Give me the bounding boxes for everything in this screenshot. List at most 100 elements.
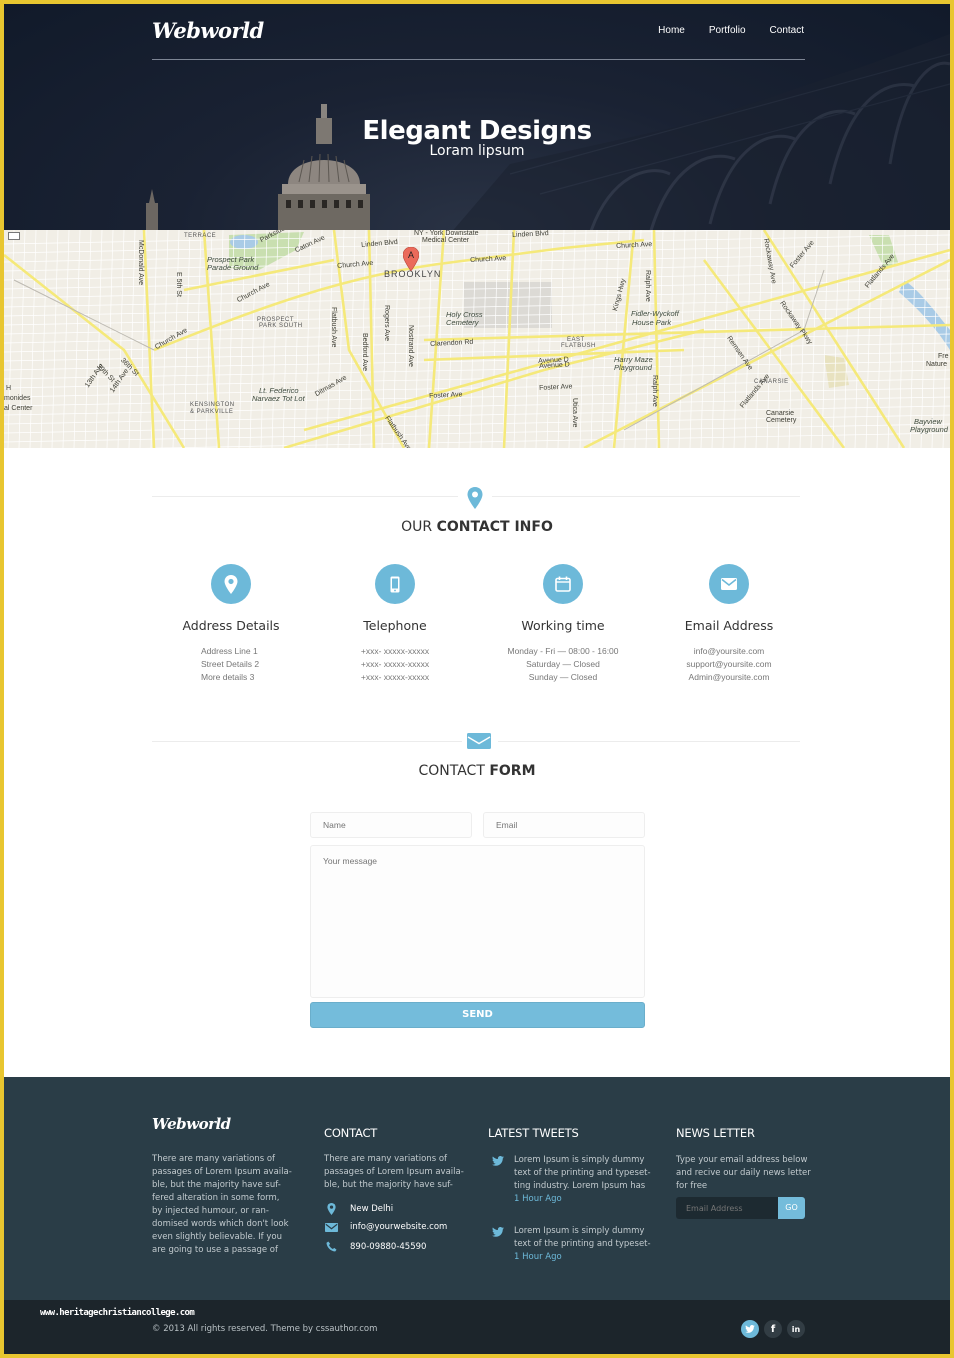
map-label: Canarsie	[766, 410, 795, 417]
contact-info-title: OUR CONTACT INFO	[4, 519, 950, 535]
text-line: by injected humour, or ran-	[152, 1206, 269, 1216]
map-fullscreen-control[interactable]	[8, 232, 20, 240]
map-label: FLATBUSH	[561, 343, 596, 349]
map-label: Bedford Ave	[361, 333, 368, 372]
section-divider-left	[152, 496, 458, 497]
map-label: NY - York Downstate	[414, 230, 479, 237]
send-button[interactable]: SEND	[310, 1002, 645, 1028]
copyright-text: © 2013 All rights reserved. Theme by css…	[152, 1324, 378, 1334]
telephone-icon-circle	[375, 564, 415, 604]
envelope-icon	[721, 578, 737, 590]
section-divider-right	[492, 496, 800, 497]
info-heading: Telephone	[363, 618, 427, 633]
map-label: & PARKVILLE	[190, 409, 234, 415]
mobile-phone-icon	[390, 576, 400, 592]
map-label: Fre	[938, 353, 949, 360]
info-email: Email Address info@yoursite.com support@…	[644, 564, 814, 684]
tweet-line: text of the printing and typeset-	[514, 1168, 651, 1178]
site-logo[interactable]: Webworld	[152, 18, 264, 43]
footer-tweets-title: LATEST TWEETS	[488, 1126, 579, 1140]
twitter-icon	[745, 1325, 755, 1333]
info-email-link[interactable]: Admin@yoursite.com	[644, 671, 814, 684]
tweet-item: Lorem Ipsum is simply dummy text of the …	[492, 1154, 652, 1206]
email-input[interactable]	[483, 812, 645, 838]
info-address: Address Details Address Line 1 Street De…	[146, 564, 316, 684]
text-line: ble, but the majority have suf-	[152, 1180, 281, 1190]
map-label: Rogers Ave	[383, 305, 390, 342]
map-label: E 5th St	[175, 272, 182, 297]
map-label: Parade Ground	[207, 263, 259, 272]
newsletter-go-button[interactable]: GO	[778, 1197, 805, 1219]
map-label: Cemetery	[766, 417, 797, 424]
nav-home[interactable]: Home	[658, 25, 685, 36]
contact-form-title-bold: FORM	[489, 763, 536, 779]
calendar-icon	[555, 576, 571, 592]
text-line: even slightly believable. If you	[152, 1232, 282, 1242]
text-line: passages of Lorem Ipsum availa-	[324, 1167, 464, 1177]
map-label: Playground	[910, 425, 948, 434]
location-pin-icon	[467, 487, 483, 509]
nav-portfolio[interactable]: Portfolio	[709, 25, 746, 36]
map-label: House Park	[632, 318, 672, 327]
facebook-icon: f	[770, 1323, 776, 1335]
map[interactable]: TERRACEProspect ParkParade GroundParksid…	[4, 230, 950, 448]
text-line: passages of Lorem Ipsum availa-	[152, 1167, 292, 1177]
tweet-time-link[interactable]: 1 Hour Ago	[514, 1251, 652, 1264]
tweet-line: Lorem Ipsum is simply dummy	[514, 1155, 645, 1165]
envelope-icon	[467, 733, 491, 749]
footer-location: New Delhi	[324, 1203, 393, 1215]
twitter-button[interactable]	[741, 1320, 759, 1338]
text-line: There are many variations of	[152, 1154, 276, 1164]
message-textarea[interactable]	[310, 845, 645, 998]
info-email-link[interactable]: support@yoursite.com	[644, 658, 814, 671]
info-line: Sunday — Closed	[528, 672, 598, 682]
footer-newsletter-text: Type your email address below and recive …	[676, 1154, 816, 1193]
info-heading: Working time	[521, 618, 605, 633]
nav-contact[interactable]: Contact	[770, 25, 804, 36]
name-input[interactable]	[310, 812, 472, 838]
tweet-line: text of the printing and typeset-	[514, 1239, 651, 1249]
footer-location-text: New Delhi	[350, 1204, 394, 1214]
linkedin-button[interactable]: in	[787, 1320, 805, 1338]
twitter-bird-icon	[492, 1227, 504, 1237]
newsletter-email-input[interactable]	[676, 1197, 778, 1219]
tweet-time-link[interactable]: 1 Hour Ago	[514, 1193, 652, 1206]
info-line: Address Line 1	[201, 646, 258, 656]
working-time-icon-circle	[543, 564, 583, 604]
tweet-line: Lorem Ipsum is simply dummy	[514, 1226, 645, 1236]
footer-about-text: There are many variations of passages of …	[152, 1153, 302, 1257]
footer-contact-text: There are many variations of passages of …	[324, 1153, 474, 1192]
info-line: More details 3	[201, 672, 255, 682]
info-line: Saturday — Closed	[526, 659, 600, 669]
info-line: +xxx- xxxxx-xxxxx	[360, 646, 430, 656]
map-marker-icon[interactable]: A	[403, 247, 419, 271]
map-label: TERRACE	[184, 233, 217, 239]
info-lines: Monday - Fri — 08:00 - 16:00 Saturday — …	[478, 645, 648, 684]
tweet-item: Lorem Ipsum is simply dummy text of the …	[492, 1225, 652, 1264]
map-label: Playground	[614, 363, 652, 372]
info-lines: info@yoursite.com support@yoursite.com A…	[644, 645, 814, 684]
map-label: McDonald Ave	[137, 240, 144, 286]
tweet-line: ting industry. Lorem Ipsum has	[514, 1181, 646, 1191]
hero-subtitle: Loram lipsum	[429, 143, 525, 159]
header-divider	[152, 59, 805, 60]
location-pin-icon	[326, 1203, 336, 1215]
footer-logo[interactable]: Webworld	[152, 1115, 231, 1133]
info-lines: +xxx- xxxxx-xxxxx +xxx- xxxxx-xxxxx +xxx…	[310, 645, 480, 684]
text-line: ble, but the majority have suf-	[324, 1180, 453, 1190]
info-line: Street Details 2	[201, 659, 260, 669]
hero-banner: Webworld Home Portfolio Contact Elegant …	[4, 4, 950, 230]
map-label: Narvaez Tot Lot	[252, 394, 305, 403]
map-label: Medical Center	[422, 237, 470, 244]
footer-email-link[interactable]: info@yourwebsite.com	[350, 1222, 447, 1232]
info-email-link[interactable]: info@yoursite.com	[644, 645, 814, 658]
section-divider-left	[152, 741, 462, 742]
address-icon-circle	[211, 564, 251, 604]
twitter-bird-icon	[492, 1156, 504, 1166]
facebook-button[interactable]: f	[764, 1320, 782, 1338]
map-label: H	[6, 385, 12, 392]
map-label: monides	[4, 395, 31, 402]
footer-phone-text: 890-09880-45590	[350, 1241, 427, 1252]
info-lines: Address Line 1 Street Details 2 More det…	[146, 645, 316, 684]
info-telephone: Telephone +xxx- xxxxx-xxxxx +xxx- xxxxx-…	[310, 564, 480, 684]
